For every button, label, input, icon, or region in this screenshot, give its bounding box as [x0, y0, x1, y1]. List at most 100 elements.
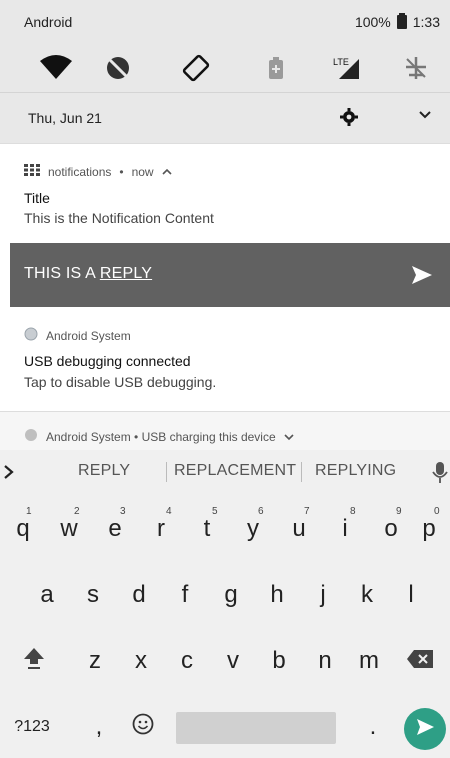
key-label: x	[135, 647, 147, 674]
key-j[interactable]: j	[302, 566, 344, 624]
key-hint: 2	[74, 506, 80, 517]
app-grid-icon	[24, 164, 40, 179]
shift-key[interactable]	[6, 632, 62, 690]
chevron-down-icon[interactable]	[418, 108, 432, 125]
inline-reply-field[interactable]: THIS IS A REPLY	[10, 243, 450, 307]
reply-text: THIS IS A REPLY	[24, 265, 152, 283]
date-label: Thu, Jun 21	[28, 110, 102, 126]
key-o[interactable]: 9o	[370, 500, 412, 558]
key-hint: 5	[212, 506, 218, 517]
key-q[interactable]: 1q	[2, 500, 44, 558]
notification-card[interactable]: notifications • now Title This is the No…	[0, 143, 450, 243]
notification-card[interactable]: Android System USB debugging connected T…	[0, 307, 450, 412]
auto-rotate-icon[interactable]	[176, 50, 216, 86]
key-label: b	[272, 647, 286, 674]
quick-settings-row: LTE	[0, 44, 450, 92]
soft-keyboard: REPLY REPLACEMENT REPLYING 1q 2w 3e 4r 5…	[0, 450, 450, 758]
carrier-name: Android	[24, 14, 73, 30]
key-hint: 6	[258, 506, 264, 517]
suggestion-item[interactable]: REPLYING	[315, 462, 396, 480]
key-l[interactable]: l	[390, 566, 432, 624]
key-y[interactable]: 6y	[232, 500, 274, 558]
key-c[interactable]: c	[166, 632, 208, 690]
key-hint: 0	[434, 506, 440, 517]
key-label: z	[89, 647, 101, 674]
notification-content: Tap to disable USB debugging.	[24, 374, 217, 390]
reply-prefix: THIS IS A	[24, 265, 96, 282]
app-name: notifications	[48, 164, 112, 179]
chevron-down-icon[interactable]	[284, 430, 294, 444]
key-label: y	[247, 515, 259, 542]
suggestion-divider	[166, 462, 167, 482]
suggestion-item[interactable]: REPLACEMENT	[174, 462, 296, 480]
key-label: ?123	[14, 718, 50, 735]
key-x[interactable]: x	[120, 632, 162, 690]
android-system-icon	[24, 428, 38, 445]
key-label: r	[157, 515, 165, 542]
chevron-right-icon[interactable]	[0, 463, 18, 481]
key-z[interactable]: z	[74, 632, 116, 690]
notification-title: Title	[24, 190, 50, 206]
key-u[interactable]: 7u	[278, 500, 320, 558]
key-label: s	[87, 581, 99, 608]
key-label: e	[108, 515, 122, 542]
airplane-mode-icon[interactable]	[396, 50, 436, 86]
key-label: p	[422, 515, 436, 542]
key-label: h	[270, 581, 284, 608]
key-label: ,	[95, 713, 103, 740]
key-d[interactable]: d	[118, 566, 160, 624]
shift-icon	[23, 646, 45, 677]
app-name: Android System	[46, 328, 131, 343]
backspace-key[interactable]	[392, 632, 448, 690]
battery-icon	[396, 12, 407, 32]
key-label: l	[408, 581, 414, 608]
comma-key[interactable]: ,	[78, 698, 120, 756]
battery-saver-icon[interactable]	[256, 50, 296, 86]
date-row: Thu, Jun 21	[0, 92, 450, 143]
key-s[interactable]: s	[72, 566, 114, 624]
key-label: k	[361, 581, 373, 608]
key-w[interactable]: 2w	[48, 500, 90, 558]
notification-content: This is the Notification Content	[24, 210, 214, 226]
wifi-icon[interactable]	[36, 50, 76, 86]
suggestion-item[interactable]: REPLY	[78, 462, 130, 480]
space-bar[interactable]	[176, 712, 336, 744]
lte-signal-icon[interactable]: LTE	[328, 50, 368, 86]
send-key[interactable]	[404, 708, 446, 750]
key-n[interactable]: n	[304, 632, 346, 690]
key-a[interactable]: a	[26, 566, 68, 624]
key-f[interactable]: f	[164, 566, 206, 624]
notification-card[interactable]: Android System • USB charging this devic…	[0, 412, 450, 450]
key-t[interactable]: 5t	[186, 500, 228, 558]
key-label: j	[320, 581, 326, 608]
clock: 1:33	[412, 14, 440, 30]
key-label: g	[224, 581, 238, 608]
key-r[interactable]: 4r	[140, 500, 182, 558]
key-label: .	[369, 713, 377, 740]
key-label: q	[16, 515, 30, 542]
key-e[interactable]: 3e	[94, 500, 136, 558]
gear-icon[interactable]	[340, 108, 358, 129]
send-icon[interactable]	[410, 263, 434, 292]
key-label: i	[342, 515, 348, 542]
key-h[interactable]: h	[256, 566, 298, 624]
period-key[interactable]: .	[352, 698, 394, 756]
emoji-key[interactable]	[122, 698, 164, 756]
symbols-key[interactable]: ?123	[4, 698, 60, 756]
key-label: a	[40, 581, 54, 608]
key-b[interactable]: b	[258, 632, 300, 690]
send-icon	[414, 716, 436, 743]
notification-title: USB debugging connected	[24, 353, 191, 369]
do-not-disturb-off-icon[interactable]	[98, 50, 138, 86]
microphone-icon[interactable]	[432, 462, 448, 489]
key-m[interactable]: m	[348, 632, 390, 690]
key-p[interactable]: 0p	[408, 500, 450, 558]
android-system-icon	[24, 327, 38, 344]
key-hint: 3	[120, 506, 126, 517]
chevron-up-icon[interactable]	[162, 165, 172, 179]
key-v[interactable]: v	[212, 632, 254, 690]
backspace-icon	[407, 647, 433, 675]
key-k[interactable]: k	[346, 566, 388, 624]
key-i[interactable]: 8i	[324, 500, 366, 558]
key-g[interactable]: g	[210, 566, 252, 624]
